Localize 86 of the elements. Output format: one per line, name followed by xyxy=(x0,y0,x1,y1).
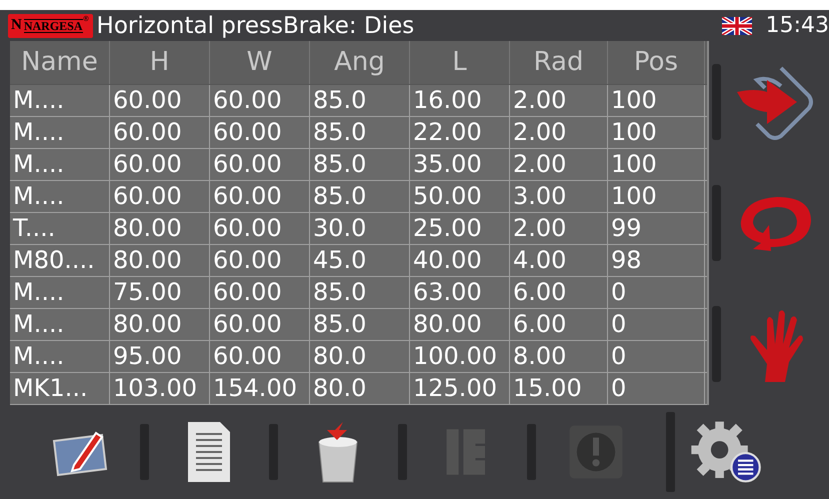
table-cell: 30.0 xyxy=(310,212,410,244)
table-cell: 85.0 xyxy=(310,180,410,212)
table-cell: 80.00 xyxy=(110,244,210,276)
table-cell: 60.00 xyxy=(110,148,210,180)
table-cell: 100 xyxy=(608,180,705,212)
table-cell: 4.00 xyxy=(510,244,608,276)
table-cell: 85.0 xyxy=(310,276,410,308)
table-cell: 80.0 xyxy=(310,372,410,404)
table-cell: 35.00 xyxy=(410,148,510,180)
table-cell: 40.00 xyxy=(410,244,510,276)
table-cell: 80.00 xyxy=(410,308,510,340)
table-cell: 125.00 xyxy=(410,372,510,404)
table-cell: 85.0 xyxy=(310,148,410,180)
table-cell: 0 xyxy=(608,308,705,340)
column-header: Pos xyxy=(608,41,705,84)
column-header: Ang xyxy=(310,41,410,84)
table-cell: 16.00 xyxy=(410,84,510,116)
table-cell: 6.00 xyxy=(510,276,608,308)
table-cell: 80.0 xyxy=(310,340,410,372)
logo-text: NARGESA xyxy=(24,18,83,32)
logo-mark: N xyxy=(11,17,22,34)
table-cell: 85.0 xyxy=(310,308,410,340)
column-header: W xyxy=(210,41,310,84)
divider-bar xyxy=(527,424,536,480)
table-cell: M.... xyxy=(10,308,110,340)
divider-bar xyxy=(269,424,278,480)
table-cell: 60.00 xyxy=(110,116,210,148)
table-cell: M.... xyxy=(10,116,110,148)
table-cell: 2.00 xyxy=(510,84,608,116)
table-cell: 60.00 xyxy=(210,244,310,276)
table-cell: 45.0 xyxy=(310,244,410,276)
table-cell: 6.00 xyxy=(510,308,608,340)
table-cell: 60.00 xyxy=(210,148,310,180)
table-cell: 3.00 xyxy=(510,180,608,212)
table-cell: M.... xyxy=(10,180,110,212)
table-cell: 60.00 xyxy=(210,180,310,212)
table-cell: 75.00 xyxy=(110,276,210,308)
table-cell: 22.00 xyxy=(410,116,510,148)
table-cell: 60.00 xyxy=(210,84,310,116)
divider-bar xyxy=(398,424,407,480)
table-cell: 15.00 xyxy=(510,372,608,404)
table-cell: MK1... xyxy=(10,372,110,404)
table-cell: 154.00 xyxy=(210,372,310,404)
clock: 15:43 xyxy=(766,13,829,38)
table-cell: 80.00 xyxy=(110,308,210,340)
table-cell: 25.00 xyxy=(410,212,510,244)
table-cell: 100.00 xyxy=(410,340,510,372)
table-cell: 8.00 xyxy=(510,340,608,372)
table-cell: 2.00 xyxy=(510,148,608,180)
table-cell: M.... xyxy=(10,276,110,308)
column-header: Rad xyxy=(510,41,608,84)
window-title: Horizontal pressBrake: Dies xyxy=(96,12,416,38)
table-cell: 98 xyxy=(608,244,705,276)
table-cell: 85.0 xyxy=(310,116,410,148)
table-cell: 100 xyxy=(608,116,705,148)
table-cell: M.... xyxy=(10,148,110,180)
table-cell: 2.00 xyxy=(510,212,608,244)
table-cell: 100 xyxy=(608,148,705,180)
table-cell: 0 xyxy=(608,372,705,404)
table-cell: 60.00 xyxy=(110,84,210,116)
table-cell: 60.00 xyxy=(210,276,310,308)
divider-bar xyxy=(140,424,149,480)
table-cell: 60.00 xyxy=(210,308,310,340)
table-cell: 95.00 xyxy=(110,340,210,372)
table-cell: 100 xyxy=(608,84,705,116)
column-header: Name xyxy=(10,41,110,84)
table-cell: 63.00 xyxy=(410,276,510,308)
table-cell: M80.... xyxy=(10,244,110,276)
table-cell: 60.00 xyxy=(210,340,310,372)
table-cell: M.... xyxy=(10,84,110,116)
table-cell: 99 xyxy=(608,212,705,244)
table-cell: 80.00 xyxy=(110,212,210,244)
flag-icon xyxy=(722,16,752,34)
table-cell: 2.00 xyxy=(510,116,608,148)
table-cell: 60.00 xyxy=(210,212,310,244)
column-header: L xyxy=(410,41,510,84)
table-cell: T.... xyxy=(10,212,110,244)
table-cell: 85.0 xyxy=(310,84,410,116)
table-cell: 0 xyxy=(608,276,705,308)
table-cell: 103.00 xyxy=(110,372,210,404)
column-header: H xyxy=(110,41,210,84)
table-cell: 60.00 xyxy=(110,180,210,212)
table-cell: M.... xyxy=(10,340,110,372)
table-cell: 60.00 xyxy=(210,116,310,148)
table-cell: 50.00 xyxy=(410,180,510,212)
table-cell: 0 xyxy=(608,340,705,372)
